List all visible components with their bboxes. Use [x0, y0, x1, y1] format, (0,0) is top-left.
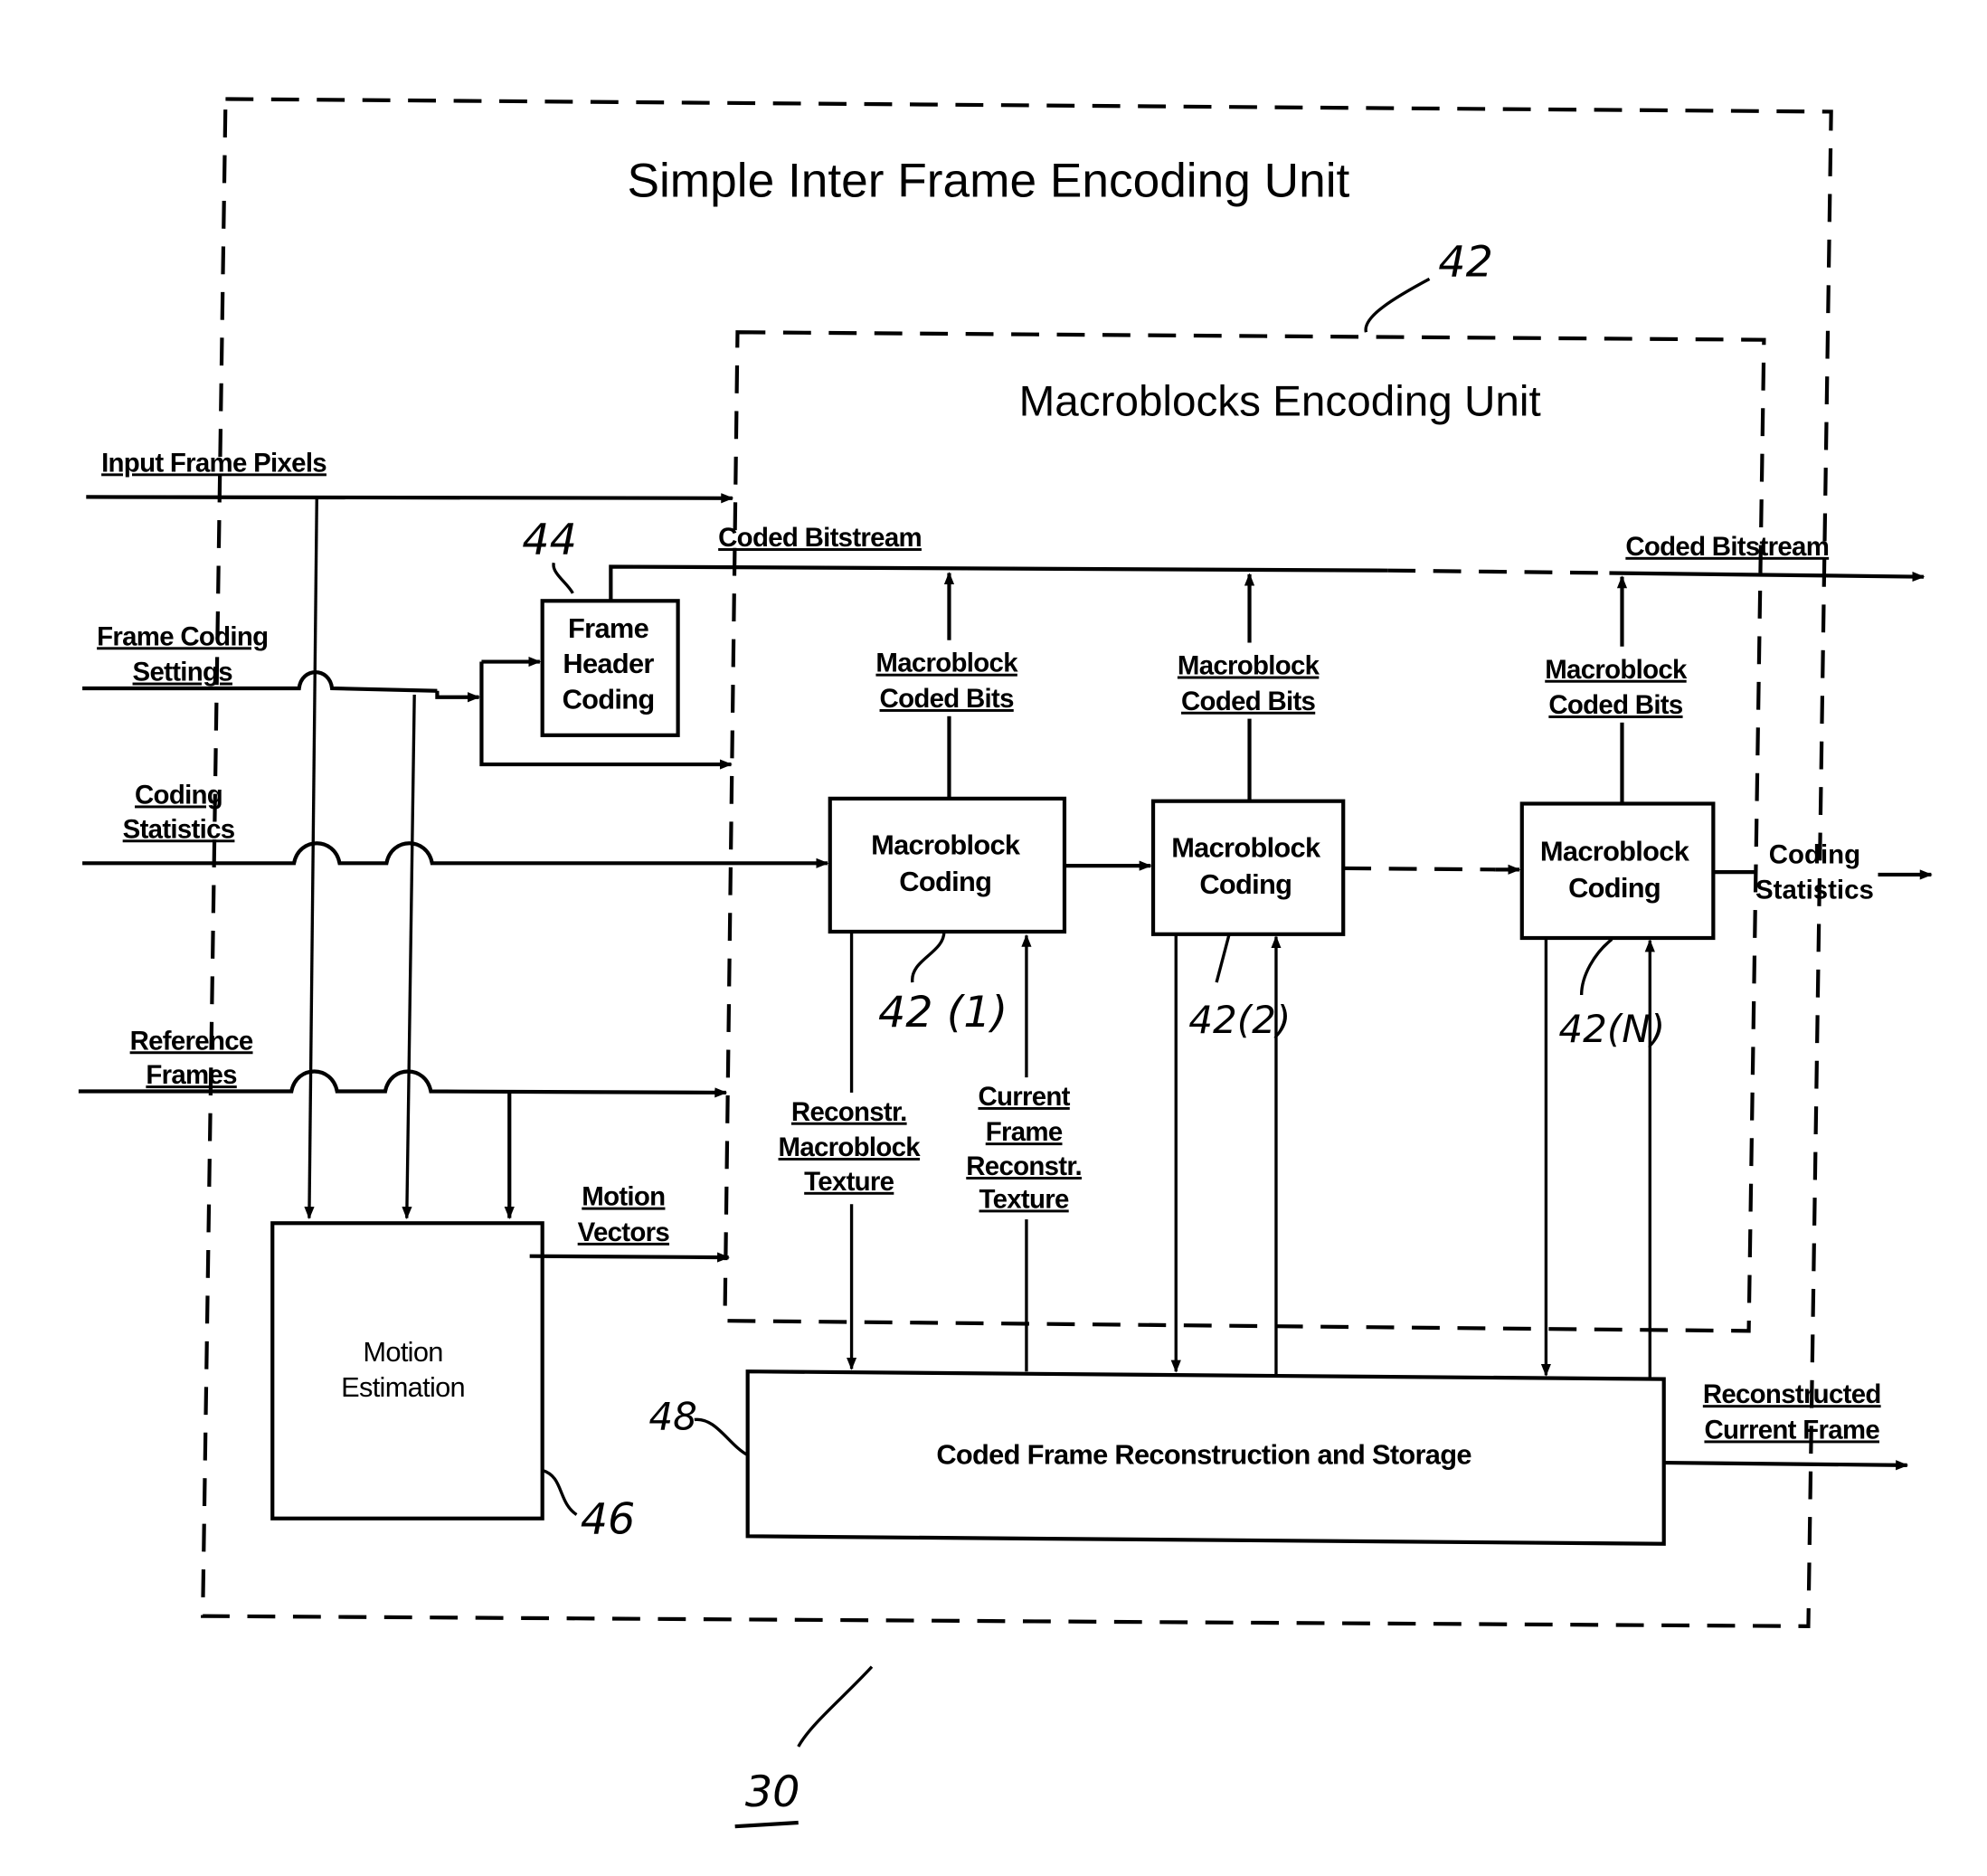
coded-bitstream-bus-dashed: [1387, 568, 1610, 575]
reconstructed-frame-label-2: Current Frame: [1704, 1415, 1879, 1445]
current-frame-texture-label-4: Texture: [979, 1184, 1069, 1214]
motion-estimation-ref: 46: [581, 1495, 636, 1545]
frame-header-text-2: Header: [563, 648, 654, 679]
coded-bitstream-bus: [609, 564, 1388, 602]
pixels-to-motion-line: [304, 497, 318, 1220]
figure-leader: [797, 1665, 874, 1748]
settings-step: [435, 690, 481, 703]
reconstructed-frame-label-1: Reconstructed: [1703, 1379, 1881, 1409]
motion-estimation-leader: [542, 1468, 578, 1516]
motion-vectors-label-1: Motion: [582, 1182, 665, 1212]
motion-vectors-label-2: Vectors: [578, 1218, 670, 1247]
inner-unit-title: Macroblocks Encoding Unit: [1019, 378, 1541, 426]
coded-bitstream-inner-label: Coded Bitstream: [718, 523, 922, 553]
current-frame-texture-label-1: Current: [978, 1082, 1070, 1112]
reference-frames-label-2: Frames: [146, 1060, 237, 1090]
inner-unit-leader: [1364, 277, 1431, 333]
mb1-coded-bits-label-1: Macroblock: [875, 649, 1018, 678]
figure-number-underline: [734, 1820, 799, 1829]
settings-to-motion-line: [402, 694, 416, 1220]
reconstruction-storage-text: Coded Frame Reconstruction and Storage: [936, 1438, 1471, 1470]
reconstr-mb-texture-label-3: Texture: [804, 1167, 894, 1197]
mb2-text-1: Macroblock: [1171, 831, 1321, 863]
mb1-text-2: Coding: [899, 866, 991, 897]
mb1-coded-bits-label-2: Coded Bits: [880, 684, 1015, 714]
motion-estimation-text-2: Estimation: [341, 1371, 465, 1403]
reference-frames-label-1: Reference: [130, 1026, 253, 1056]
reconstr-mb-texture-label-1: Reconstr.: [791, 1097, 907, 1127]
mb2-coded-bits-label-2: Coded Bits: [1181, 687, 1316, 716]
mb2-to-mbn-dashed: [1343, 866, 1496, 872]
coding-statistics-label-1: Coding: [135, 780, 222, 810]
coded-bitstream-output: [1609, 571, 1925, 583]
macroblock-coding-block-n: [1519, 801, 1716, 941]
reconstr-mb-texture-label-2: Macroblock: [779, 1132, 922, 1162]
reconstructed-frame-arrow: [1663, 1460, 1909, 1471]
frame-header-leader: [552, 562, 574, 594]
motion-vectors-arrow: [529, 1252, 731, 1263]
current-frame-texture-label-2: Frame: [986, 1117, 1063, 1147]
figure-number: 30: [745, 1767, 800, 1817]
motion-estimation-text-1: Motion: [363, 1336, 442, 1368]
coding-statistics-out-label-1: Coding: [1769, 839, 1860, 869]
reconstruction-leader: [694, 1417, 749, 1457]
current-frame-texture-label-3: Reconstr.: [966, 1151, 1082, 1181]
frame-header-text-1: Frame: [568, 612, 649, 644]
coding-statistics-out-label-2: Statistics: [1755, 876, 1874, 905]
mb1-text-1: Macroblock: [871, 829, 1021, 861]
mbn-text-2: Coding: [1568, 872, 1661, 904]
encoder-block-diagram: Simple Inter Frame Encoding Unit Macrobl…: [78, 97, 1933, 1829]
frame-header-text-3: Coding: [563, 683, 655, 715]
frame-header-ref: 44: [522, 515, 577, 564]
mb2-text-2: Coding: [1199, 868, 1292, 900]
mb2-leader: [1215, 933, 1231, 983]
coding-statistics-line: [82, 841, 829, 868]
frame-coding-settings-label-2: Settings: [133, 658, 233, 687]
mb1-ref: 42 (1): [878, 988, 1008, 1037]
input-frame-pixels-label: Input Frame Pixels: [101, 448, 326, 478]
coded-bitstream-out-label: Coded Bitstream: [1625, 532, 1829, 562]
mb2-coded-bits-label-1: Macroblock: [1178, 651, 1320, 681]
mb1-leader: [911, 931, 946, 983]
mbn-coded-bits-label-1: Macroblock: [1545, 655, 1688, 685]
mbn-leader: [1579, 938, 1613, 996]
inner-unit-ref: 42: [1438, 238, 1493, 288]
frame-coding-settings-label-1: Frame Coding: [97, 621, 268, 651]
outer-unit-title: Simple Inter Frame Encoding Unit: [627, 154, 1349, 207]
reconstruction-ref: 48: [648, 1395, 696, 1439]
mbn-coded-bits-label-2: Coded Bits: [1548, 690, 1683, 720]
coding-statistics-label-2: Statistics: [123, 814, 235, 844]
mbn-text-1: Macroblock: [1540, 836, 1690, 867]
